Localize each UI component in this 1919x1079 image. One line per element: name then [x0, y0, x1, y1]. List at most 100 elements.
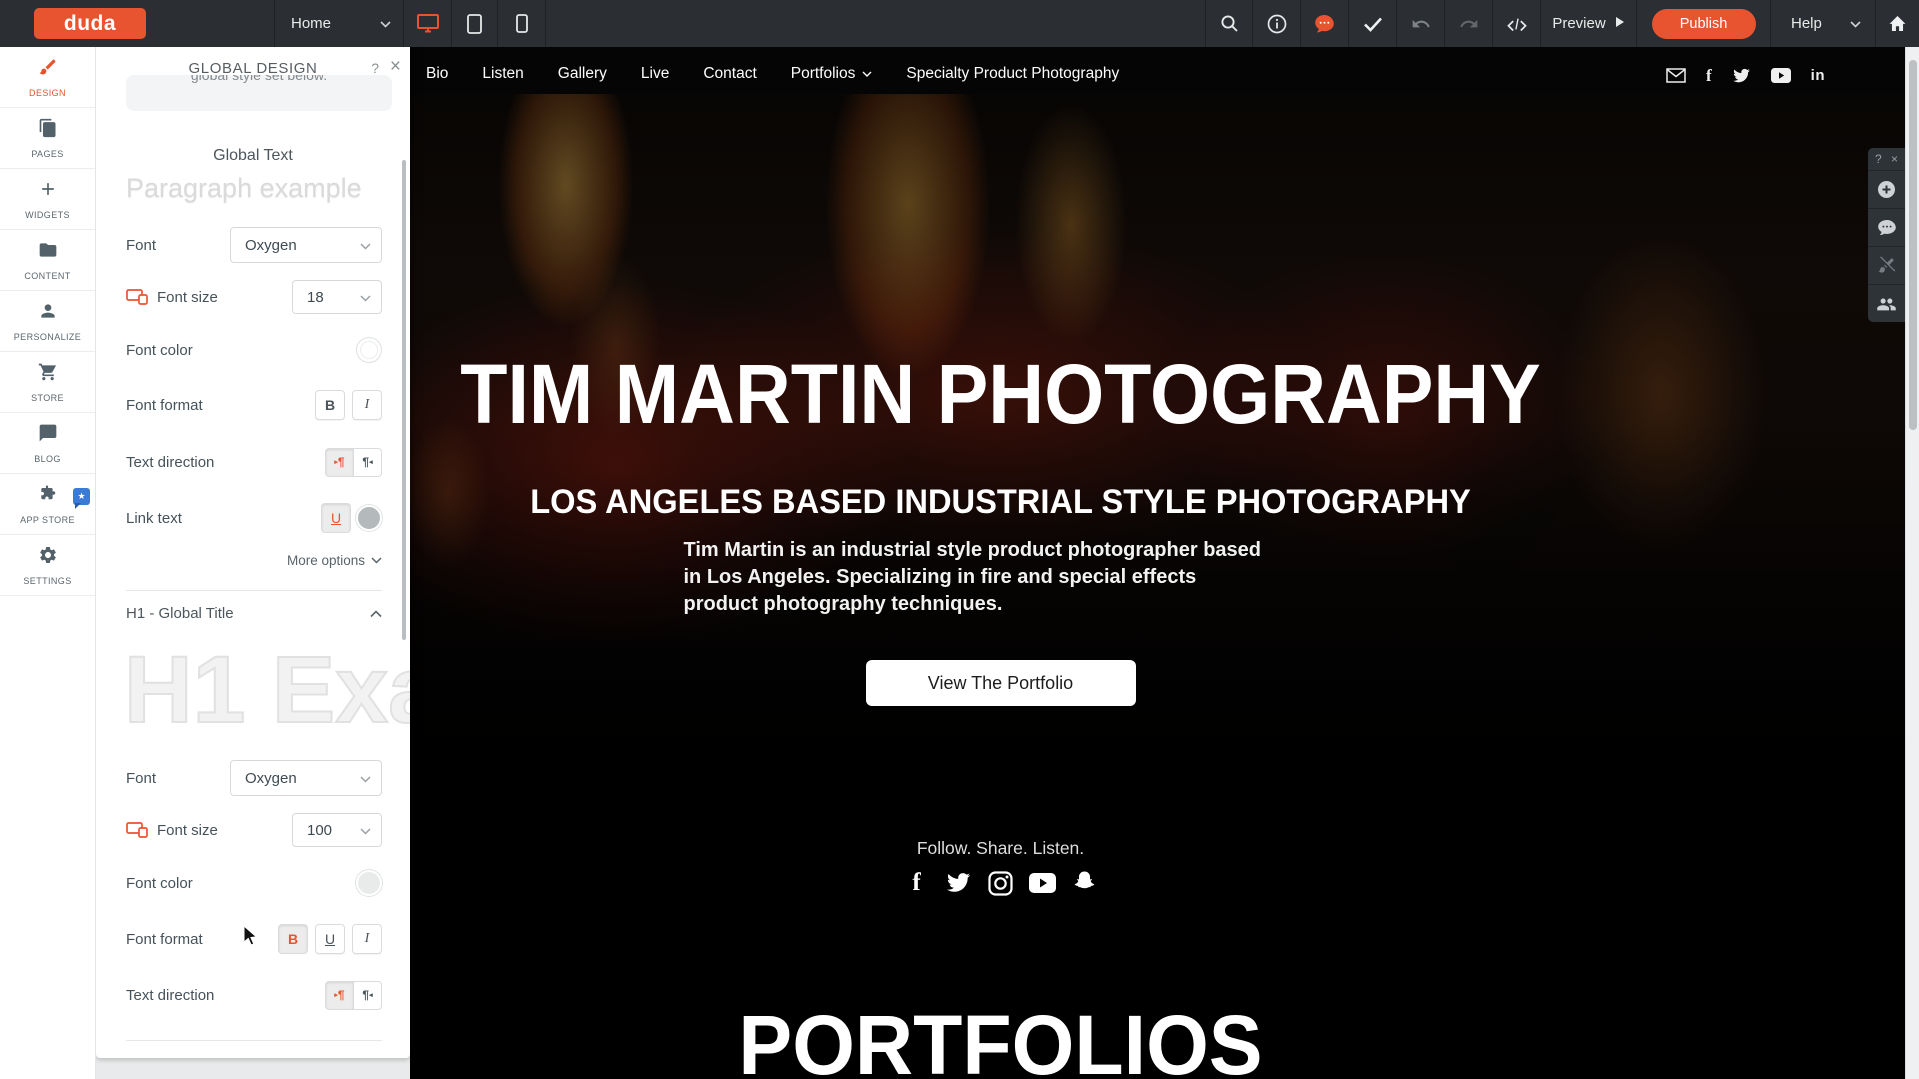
h1-font-dropdown[interactable]: Oxygen — [230, 760, 382, 796]
dashboard-home-button[interactable] — [1875, 0, 1919, 47]
h1-font-size-row: Font size 100 — [126, 812, 382, 848]
h1-italic-button[interactable]: I — [352, 924, 382, 954]
link-underline-button[interactable]: U — [321, 503, 351, 533]
nav-item-portfolios[interactable]: Portfolios — [791, 65, 873, 83]
zoom-in-button[interactable] — [1868, 170, 1905, 208]
font-format-label: Font format — [126, 397, 203, 414]
sidebar-item-app-store[interactable]: APP STORE ★ — [0, 474, 95, 535]
nav-item-gallery[interactable]: Gallery — [558, 65, 607, 83]
instagram-icon[interactable] — [987, 869, 1015, 897]
h1-font-size-dropdown[interactable]: 100 — [292, 813, 382, 847]
redo-button[interactable] — [1444, 0, 1492, 47]
facebook-icon[interactable]: f — [903, 869, 931, 897]
nav-item-portfolios-label: Portfolios — [791, 65, 856, 83]
h1-section-header[interactable]: H1 - Global Title — [126, 605, 382, 622]
text-direction-label: Text direction — [126, 454, 214, 471]
chevron-down-icon — [360, 237, 371, 254]
nav-item-live[interactable]: Live — [641, 65, 669, 83]
text-font-dropdown[interactable]: Oxygen — [230, 227, 382, 263]
comments-button[interactable] — [1868, 208, 1905, 246]
chevron-down-icon — [360, 289, 371, 306]
h1-underline-button[interactable]: U — [315, 924, 345, 954]
email-icon[interactable] — [1666, 68, 1686, 83]
ltr-direction-button[interactable]: ▸¶ — [325, 448, 354, 477]
nav-item-bio[interactable]: Bio — [426, 65, 448, 83]
sidebar-item-store[interactable]: STORE — [0, 352, 95, 413]
devices-icon — [126, 289, 149, 305]
panel-close-button[interactable]: × — [390, 56, 401, 78]
preview-label: Preview — [1552, 15, 1605, 32]
undo-icon — [1411, 15, 1431, 33]
duda-logo[interactable]: duda — [34, 8, 146, 39]
linkedin-icon[interactable]: in — [1811, 67, 1825, 84]
toolbar-close-button[interactable]: × — [1891, 152, 1898, 166]
sidebar-item-settings[interactable]: SETTINGS — [0, 535, 95, 596]
text-font-color-swatch[interactable] — [356, 337, 382, 363]
h1-rtl-direction-button[interactable]: ¶◂ — [353, 981, 382, 1010]
preview-scrollbar[interactable] — [1905, 47, 1919, 1079]
sidebar-item-blog[interactable]: BLOG — [0, 413, 95, 474]
dev-mode-button[interactable] — [1492, 0, 1540, 47]
h1-ltr-direction-button[interactable]: ▸¶ — [325, 981, 354, 1010]
done-button[interactable] — [1348, 0, 1396, 47]
text-font-size-value: 18 — [307, 289, 324, 306]
preview-button[interactable]: Preview — [1540, 0, 1636, 47]
sidebar-item-pages[interactable]: PAGES — [0, 108, 95, 169]
desktop-view-button[interactable] — [403, 0, 451, 47]
preview-right-toolbar: ? × — [1868, 148, 1905, 322]
snapchat-icon[interactable] — [1071, 869, 1099, 897]
sidebar-item-personalize[interactable]: PERSONALIZE — [0, 291, 95, 352]
panel-scrollbar[interactable] — [402, 160, 406, 640]
link-color-swatch[interactable] — [356, 505, 382, 531]
sidebar-item-widgets[interactable]: WIDGETS — [0, 169, 95, 230]
mobile-icon — [516, 14, 528, 33]
help-dropdown[interactable]: Help — [1770, 0, 1875, 47]
view-portfolio-button[interactable]: View The Portfolio — [866, 660, 1136, 706]
bold-button[interactable]: B — [315, 390, 345, 420]
page-selector-dropdown[interactable]: Home — [274, 0, 403, 47]
twitter-icon[interactable] — [1732, 68, 1751, 84]
collaborators-button[interactable] — [1868, 284, 1905, 322]
undo-button[interactable] — [1396, 0, 1444, 47]
sidebar-label-personalize: PERSONALIZE — [14, 332, 81, 342]
preview-scrollbar-thumb[interactable] — [1909, 60, 1917, 430]
search-button[interactable] — [1205, 0, 1252, 47]
twitter-icon[interactable] — [945, 869, 973, 897]
hero-title[interactable]: TIM MARTIN PHOTOGRAPHY — [168, 352, 1832, 436]
italic-button[interactable]: I — [352, 390, 382, 420]
section-divider — [126, 590, 382, 591]
text-font-value: Oxygen — [245, 237, 297, 254]
youtube-icon[interactable] — [1029, 869, 1057, 897]
sidebar-item-content[interactable]: CONTENT — [0, 230, 95, 291]
sidebar-label-store: STORE — [31, 393, 64, 403]
tablet-view-button[interactable] — [451, 0, 497, 47]
youtube-icon[interactable] — [1771, 68, 1791, 83]
feedback-chat-button[interactable] — [1300, 0, 1348, 47]
chat-bubble-icon — [1314, 14, 1335, 34]
more-options-link[interactable]: More options — [287, 553, 382, 568]
builder-sidebar: DESIGN PAGES WIDGETS CONTENT PERSONALIZE… — [0, 47, 96, 1079]
hero-description[interactable]: Tim Martin is an industrial style produc… — [684, 537, 1264, 618]
text-font-color-row: Font color — [126, 332, 382, 368]
h1-bold-button[interactable]: B — [278, 924, 308, 954]
mobile-view-button[interactable] — [497, 0, 546, 47]
h1-font-color-swatch[interactable] — [356, 870, 382, 896]
hide-styling-button[interactable] — [1868, 246, 1905, 284]
h1-font-format-row: Font format B U I — [126, 921, 382, 957]
brush-icon — [38, 57, 58, 82]
facebook-icon[interactable]: f — [1706, 66, 1712, 86]
brush-disabled-icon — [1877, 256, 1896, 275]
page-selector-label: Home — [291, 15, 331, 32]
nav-item-specialty[interactable]: Specialty Product Photography — [906, 65, 1119, 83]
panel-help-button[interactable]: ? — [371, 60, 379, 76]
text-font-size-dropdown[interactable]: 18 — [292, 280, 382, 314]
toolbar-help-button[interactable]: ? — [1875, 152, 1882, 166]
search-icon — [1220, 14, 1239, 33]
nav-item-listen[interactable]: Listen — [482, 65, 523, 83]
nav-item-contact[interactable]: Contact — [703, 65, 756, 83]
sidebar-item-design[interactable]: DESIGN — [0, 47, 95, 108]
publish-button[interactable]: Publish — [1652, 9, 1756, 39]
people-icon — [1876, 296, 1897, 312]
rtl-direction-button[interactable]: ¶◂ — [353, 448, 382, 477]
info-button[interactable] — [1252, 0, 1300, 47]
